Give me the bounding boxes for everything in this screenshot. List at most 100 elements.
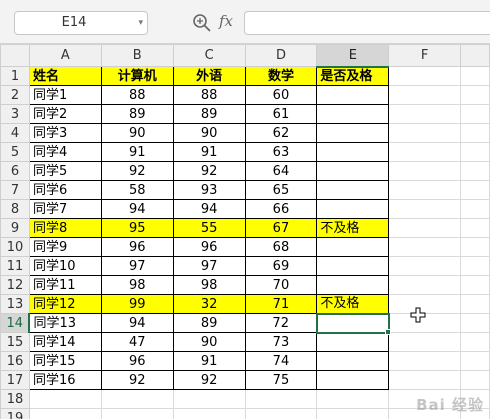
cell-b4[interactable]: 90 bbox=[100, 123, 174, 143]
cell-a3[interactable]: 同学2 bbox=[28, 104, 102, 124]
cell-a4[interactable]: 同学3 bbox=[28, 123, 102, 143]
cell-b2[interactable]: 88 bbox=[100, 85, 174, 105]
column-header-f[interactable]: F bbox=[388, 44, 462, 67]
cell-a16[interactable]: 同学15 bbox=[28, 351, 102, 371]
cell-e15[interactable] bbox=[316, 332, 390, 352]
fill-handle[interactable] bbox=[384, 328, 391, 335]
row-header-19[interactable]: 19 bbox=[0, 408, 30, 419]
cell-e11[interactable] bbox=[316, 256, 390, 276]
row-header-16[interactable]: 16 bbox=[0, 351, 30, 371]
row-header-13[interactable]: 13 bbox=[0, 294, 30, 314]
cell-b10[interactable]: 96 bbox=[100, 237, 174, 257]
cell-c13[interactable]: 32 bbox=[172, 294, 246, 314]
empty-cell[interactable] bbox=[28, 408, 102, 419]
cell-b7[interactable]: 58 bbox=[100, 180, 174, 200]
cell-d5[interactable]: 63 bbox=[244, 142, 318, 162]
cell-c11[interactable]: 97 bbox=[172, 256, 246, 276]
cell-b14[interactable]: 94 bbox=[100, 313, 174, 333]
empty-cell[interactable] bbox=[316, 389, 390, 409]
cell-d10[interactable]: 68 bbox=[244, 237, 318, 257]
cell-a15[interactable]: 同学14 bbox=[28, 332, 102, 352]
column-header-c[interactable]: C bbox=[172, 44, 246, 67]
cell-e17[interactable] bbox=[316, 370, 390, 390]
cell-e10[interactable] bbox=[316, 237, 390, 257]
cell-d14[interactable]: 72 bbox=[244, 313, 318, 333]
cell-e16[interactable] bbox=[316, 351, 390, 371]
column-header-d[interactable]: D bbox=[244, 44, 318, 67]
cell-c4[interactable]: 90 bbox=[172, 123, 246, 143]
cell-a13[interactable]: 同学12 bbox=[28, 294, 102, 314]
cell-b11[interactable]: 97 bbox=[100, 256, 174, 276]
cell-f8[interactable] bbox=[388, 199, 462, 219]
row-header-7[interactable]: 7 bbox=[0, 180, 30, 200]
cell-c9[interactable]: 55 bbox=[172, 218, 246, 238]
cell-e1[interactable]: 是否及格 bbox=[316, 66, 390, 86]
cell-d11[interactable]: 69 bbox=[244, 256, 318, 276]
empty-cell[interactable] bbox=[100, 389, 174, 409]
row-header-10[interactable]: 10 bbox=[0, 237, 30, 257]
empty-cell[interactable] bbox=[28, 389, 102, 409]
row-header-3[interactable]: 3 bbox=[0, 104, 30, 124]
cell-c8[interactable]: 94 bbox=[172, 199, 246, 219]
cell-b16[interactable]: 96 bbox=[100, 351, 174, 371]
cell-a2[interactable]: 同学1 bbox=[28, 85, 102, 105]
cell-c2[interactable]: 88 bbox=[172, 85, 246, 105]
name-box[interactable]: E14 ▾ bbox=[14, 11, 148, 35]
cell-f15[interactable] bbox=[388, 332, 462, 352]
cell-d8[interactable]: 66 bbox=[244, 199, 318, 219]
empty-cell[interactable] bbox=[244, 408, 318, 419]
cell-c3[interactable]: 89 bbox=[172, 104, 246, 124]
cell-b17[interactable]: 92 bbox=[100, 370, 174, 390]
cell-f4[interactable] bbox=[388, 123, 462, 143]
cell-a14[interactable]: 同学13 bbox=[28, 313, 102, 333]
fx-icon[interactable]: fx bbox=[219, 12, 233, 30]
cell-d7[interactable]: 65 bbox=[244, 180, 318, 200]
cell-b3[interactable]: 89 bbox=[100, 104, 174, 124]
cell-a10[interactable]: 同学9 bbox=[28, 237, 102, 257]
cell-a9[interactable]: 同学8 bbox=[28, 218, 102, 238]
row-header-12[interactable]: 12 bbox=[0, 275, 30, 295]
cell-f9[interactable] bbox=[388, 218, 462, 238]
cell-d16[interactable]: 74 bbox=[244, 351, 318, 371]
cell-b15[interactable]: 47 bbox=[100, 332, 174, 352]
cell-a17[interactable]: 同学16 bbox=[28, 370, 102, 390]
row-header-14[interactable]: 14 bbox=[0, 313, 31, 333]
row-header-6[interactable]: 6 bbox=[0, 161, 30, 181]
zoom-icon[interactable] bbox=[192, 13, 212, 33]
cell-b8[interactable]: 94 bbox=[100, 199, 174, 219]
cell-a8[interactable]: 同学7 bbox=[28, 199, 102, 219]
cell-c7[interactable]: 93 bbox=[172, 180, 246, 200]
cell-f6[interactable] bbox=[388, 161, 462, 181]
column-header-b[interactable]: B bbox=[100, 44, 174, 67]
cell-f17[interactable] bbox=[388, 370, 462, 390]
cell-c6[interactable]: 92 bbox=[172, 161, 246, 181]
cell-d12[interactable]: 70 bbox=[244, 275, 318, 295]
cell-a7[interactable]: 同学6 bbox=[28, 180, 102, 200]
row-header-8[interactable]: 8 bbox=[0, 199, 30, 219]
row-header-15[interactable]: 15 bbox=[0, 332, 30, 352]
row-header-1[interactable]: 1 bbox=[0, 66, 30, 86]
row-header-11[interactable]: 11 bbox=[0, 256, 30, 276]
cell-c15[interactable]: 90 bbox=[172, 332, 246, 352]
cell-c5[interactable]: 91 bbox=[172, 142, 246, 162]
cell-d1[interactable]: 数学 bbox=[244, 66, 318, 86]
empty-cell[interactable] bbox=[172, 389, 246, 409]
row-header-17[interactable]: 17 bbox=[0, 370, 30, 390]
cell-d6[interactable]: 64 bbox=[244, 161, 318, 181]
cell-e8[interactable] bbox=[316, 199, 390, 219]
cell-d9[interactable]: 67 bbox=[244, 218, 318, 238]
cell-b13[interactable]: 99 bbox=[100, 294, 174, 314]
cell-d2[interactable]: 60 bbox=[244, 85, 318, 105]
row-header-4[interactable]: 4 bbox=[0, 123, 30, 143]
cell-e5[interactable] bbox=[316, 142, 390, 162]
cell-e3[interactable] bbox=[316, 104, 390, 124]
cell-d13[interactable]: 71 bbox=[244, 294, 318, 314]
formula-input[interactable] bbox=[244, 11, 490, 35]
cell-c16[interactable]: 91 bbox=[172, 351, 246, 371]
cell-e6[interactable] bbox=[316, 161, 390, 181]
cell-a1[interactable]: 姓名 bbox=[28, 66, 102, 86]
cell-f11[interactable] bbox=[388, 256, 462, 276]
cell-b1[interactable]: 计算机 bbox=[100, 66, 174, 86]
cell-d17[interactable]: 75 bbox=[244, 370, 318, 390]
cell-e9[interactable]: 不及格 bbox=[316, 218, 390, 238]
